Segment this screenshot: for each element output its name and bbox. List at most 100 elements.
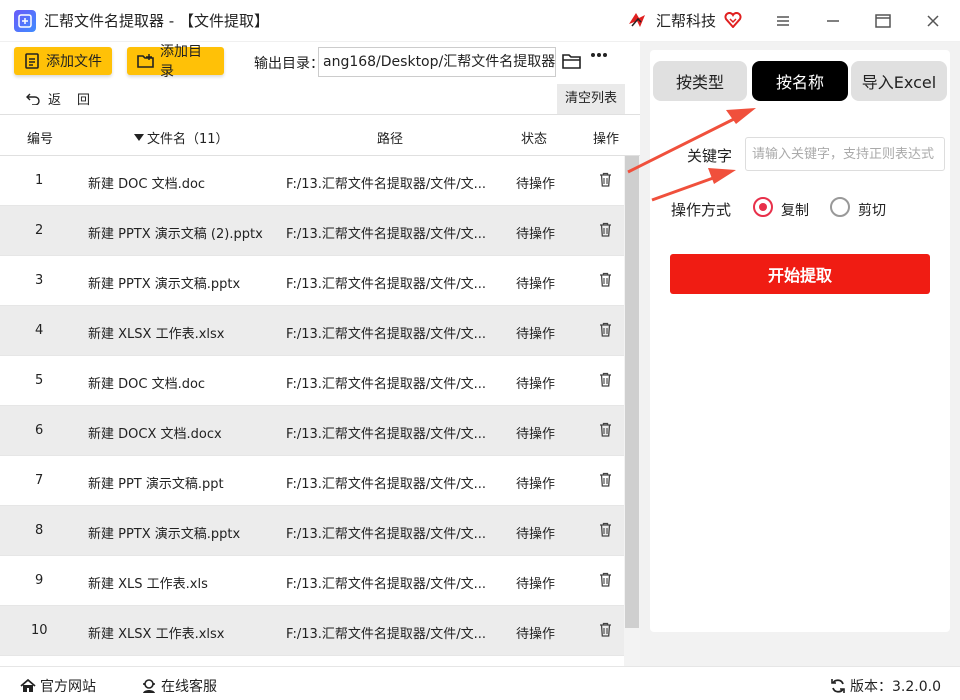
- tab-import-excel[interactable]: 导入Excel: [851, 61, 947, 101]
- row-index: 10: [31, 623, 48, 638]
- header-path: 路径: [377, 132, 404, 147]
- table-row[interactable]: 1 新建 DOC 文档.doc F:/13.汇帮文件名提取器/文件/文... 待…: [0, 156, 624, 206]
- table-row[interactable]: 4 新建 XLSX 工作表.xlsx F:/13.汇帮文件名提取器/文件/文..…: [0, 306, 624, 356]
- row-path: F:/13.汇帮文件名提取器/文件/文...: [286, 577, 487, 592]
- app-logo-icon: [14, 9, 36, 32]
- table-row[interactable]: 10 新建 XLSX 工作表.xlsx F:/13.汇帮文件名提取器/文件/文.…: [0, 606, 624, 656]
- trash-icon[interactable]: [599, 422, 612, 437]
- row-filename: 新建 XLS 工作表.xls: [88, 577, 208, 592]
- folder-open-icon[interactable]: [562, 52, 582, 70]
- row-status: 待操作: [516, 227, 556, 242]
- trash-icon[interactable]: [599, 222, 612, 237]
- add-file-button[interactable]: 添加文件: [14, 47, 112, 75]
- output-dir-field[interactable]: ang168/Desktop/汇帮文件名提取器: [318, 47, 556, 77]
- row-index: 6: [35, 423, 44, 438]
- website-link[interactable]: 官方网站: [20, 676, 96, 696]
- trash-icon[interactable]: [599, 272, 612, 287]
- row-path: F:/13.汇帮文件名提取器/文件/文...: [286, 327, 487, 342]
- trash-icon[interactable]: [599, 322, 612, 337]
- cut-radio-label: 剪切: [858, 203, 886, 219]
- row-index: 5: [35, 373, 44, 388]
- row-status: 待操作: [516, 427, 556, 442]
- row-filename: 新建 DOC 文档.doc: [88, 377, 206, 392]
- trash-icon[interactable]: [599, 622, 612, 637]
- add-dir-button[interactable]: 添加目录: [127, 44, 224, 80]
- row-status: 待操作: [516, 377, 556, 392]
- table-row[interactable]: 3 新建 PPTX 演示文稿.pptx F:/13.汇帮文件名提取器/文件/文.…: [0, 256, 624, 306]
- table-row[interactable]: 8 新建 PPTX 演示文稿.pptx F:/13.汇帮文件名提取器/文件/文.…: [0, 506, 624, 556]
- row-path: F:/13.汇帮文件名提取器/文件/文...: [286, 427, 487, 442]
- support-icon: [141, 678, 157, 694]
- table-row[interactable]: 9 新建 XLS 工作表.xls F:/13.汇帮文件名提取器/文件/文... …: [0, 556, 624, 606]
- table-row[interactable]: 5 新建 DOC 文档.doc F:/13.汇帮文件名提取器/文件/文... 待…: [0, 356, 624, 406]
- copy-radio-label: 复制: [781, 203, 809, 219]
- row-index: 3: [35, 273, 44, 288]
- website-label: 官方网站: [40, 679, 96, 695]
- add-folder-icon: [137, 53, 154, 69]
- maximize-icon[interactable]: [872, 10, 894, 32]
- support-link[interactable]: 在线客服: [141, 676, 217, 696]
- row-path: F:/13.汇帮文件名提取器/文件/文...: [286, 227, 487, 242]
- row-status: 待操作: [516, 527, 556, 542]
- row-path: F:/13.汇帮文件名提取器/文件/文...: [286, 527, 487, 542]
- brand[interactable]: 汇帮科技: [626, 9, 742, 31]
- start-extract-button[interactable]: 开始提取: [670, 254, 930, 294]
- header-filename-label: 文件名（11）: [147, 132, 229, 147]
- more-icon[interactable]: [590, 52, 608, 58]
- trash-icon[interactable]: [599, 372, 612, 387]
- row-index: 7: [35, 473, 44, 488]
- row-filename: 新建 PPTX 演示文稿 (2).pptx: [88, 227, 263, 242]
- menu-icon[interactable]: [772, 10, 794, 32]
- header-status: 状态: [521, 132, 548, 147]
- header-filename[interactable]: 文件名（11）: [134, 128, 229, 147]
- add-file-label: 添加文件: [46, 54, 102, 70]
- trash-icon[interactable]: [599, 172, 612, 187]
- row-status: 待操作: [516, 177, 556, 192]
- row-filename: 新建 XLSX 工作表.xlsx: [88, 327, 225, 342]
- close-icon[interactable]: [922, 10, 944, 32]
- keyword-input[interactable]: [745, 137, 945, 171]
- row-filename: 新建 PPT 演示文稿.ppt: [88, 477, 224, 492]
- row-index: 1: [35, 173, 44, 188]
- clear-list-button[interactable]: 清空列表: [557, 84, 625, 114]
- brand-logo-icon: [626, 9, 648, 31]
- trash-icon[interactable]: [599, 472, 612, 487]
- row-path: F:/13.汇帮文件名提取器/文件/文...: [286, 177, 487, 192]
- row-index: 4: [35, 323, 44, 338]
- tab-by-type[interactable]: 按类型: [653, 61, 747, 101]
- copy-radio[interactable]: [753, 197, 773, 217]
- window-title: 汇帮文件名提取器 - 【文件提取】: [44, 12, 269, 30]
- row-filename: 新建 PPTX 演示文稿.pptx: [88, 527, 241, 542]
- sort-down-icon: [134, 133, 144, 142]
- heart-badge-icon: [724, 12, 742, 28]
- brand-name: 汇帮科技: [656, 11, 717, 30]
- version-label: 版本：3.2.0.0: [850, 679, 941, 695]
- keyword-label: 关键字: [687, 147, 733, 165]
- row-index: 9: [35, 573, 44, 588]
- row-path: F:/13.汇帮文件名提取器/文件/文...: [286, 477, 487, 492]
- scrollbar-thumb[interactable]: [625, 156, 639, 628]
- header-action: 操作: [593, 132, 620, 147]
- trash-icon[interactable]: [599, 522, 612, 537]
- title-bar: 汇帮文件名提取器 - 【文件提取】: [0, 0, 960, 42]
- table-row[interactable]: 6 新建 DOCX 文档.docx F:/13.汇帮文件名提取器/文件/文...…: [0, 406, 624, 456]
- header-index: 编号: [27, 132, 54, 147]
- status-bar: 官方网站 在线客服 版本：3.2.0.0: [0, 666, 960, 700]
- back-button[interactable]: 返回: [26, 89, 106, 108]
- row-filename: 新建 DOC 文档.doc: [88, 177, 206, 192]
- refresh-icon: [830, 678, 846, 694]
- version-info[interactable]: 版本：3.2.0.0: [830, 676, 941, 696]
- row-status: 待操作: [516, 327, 556, 342]
- trash-icon[interactable]: [599, 572, 612, 587]
- table-row[interactable]: 2 新建 PPTX 演示文稿 (2).pptx F:/13.汇帮文件名提取器/文…: [0, 206, 624, 256]
- minimize-icon[interactable]: [822, 10, 844, 32]
- back-icon: [26, 93, 40, 105]
- row-index: 2: [35, 223, 44, 238]
- row-path: F:/13.汇帮文件名提取器/文件/文...: [286, 627, 487, 642]
- row-filename: 新建 DOCX 文档.docx: [88, 427, 222, 442]
- tab-by-name[interactable]: 按名称: [752, 61, 848, 101]
- row-path: F:/13.汇帮文件名提取器/文件/文...: [286, 277, 487, 292]
- table-row[interactable]: 7 新建 PPT 演示文稿.ppt F:/13.汇帮文件名提取器/文件/文...…: [0, 456, 624, 506]
- cut-radio[interactable]: [830, 197, 850, 217]
- support-label: 在线客服: [161, 679, 217, 695]
